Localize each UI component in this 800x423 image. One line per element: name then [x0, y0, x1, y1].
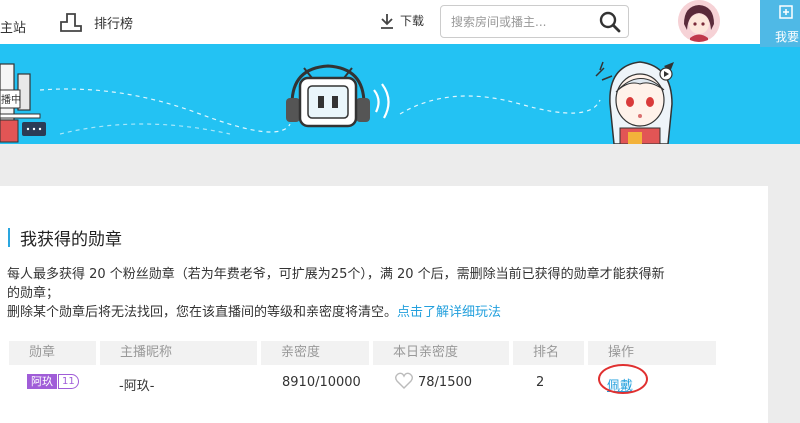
th-intimacy: 亲密度 [261, 341, 369, 365]
th-rank: 排名 [513, 341, 584, 365]
banner-sign-text: 播中 [1, 93, 21, 106]
nav-ranking[interactable]: 排行榜 [60, 12, 133, 32]
desc-line-3: 删除某个勋章后将无法找回，您在该直播间的等级和亲密度将清空。点击了解详细玩法 [7, 303, 727, 322]
section-title: 我获得的勋章 [20, 230, 122, 250]
want-button[interactable]: 我要 [760, 0, 800, 47]
th-streamer: 主播昵称 [100, 341, 257, 365]
th-action: 操作 [588, 341, 716, 365]
medal-name: 阿玖 [27, 374, 57, 389]
desc-line-3-text: 删除某个勋章后将无法找回，您在该直播间的等级和亲密度将清空。 [7, 305, 398, 320]
search-icon[interactable] [599, 11, 621, 33]
nav-main-site[interactable]: 主站 [0, 17, 26, 36]
intimacy-value: 8910/10000 [282, 375, 361, 390]
medal-panel: 我获得的勋章 每人最多获得 20 个粉丝勋章（若为年费老爷，可扩展为25个），满… [0, 186, 768, 423]
rank-value: 2 [536, 375, 545, 390]
want-icon [779, 5, 793, 19]
nav-download[interactable]: 下载 [380, 12, 424, 29]
medal-level: 11 [58, 374, 79, 389]
streamer-name: -阿玖- [119, 379, 155, 394]
ranking-icon [60, 13, 82, 32]
top-nav-bar: 主站 排行榜 下载 [0, 0, 800, 44]
header-banner: 播中 [0, 44, 760, 144]
table-row: 阿玖 11 -阿玖- 8910/10000 78/1500 2 佩戴 [0, 368, 760, 398]
banner-right-strip [760, 47, 800, 144]
download-icon [381, 13, 393, 29]
today-intimacy-value: 78/1500 [418, 375, 473, 390]
fan-medal-badge: 阿玖 11 [27, 374, 79, 389]
search-box [440, 5, 629, 38]
avatar-image [678, 0, 720, 42]
nav-ranking-label: 排行榜 [94, 16, 134, 32]
table-header: 勋章 主播昵称 亲密度 本日亲密度 排名 操作 [9, 341, 720, 365]
banner-illustration: 播中 [0, 61, 674, 144]
section-description: 每人最多获得 20 个粉丝勋章（若为年费老爷，可扩展为25个），满 20 个后，… [7, 265, 727, 322]
heart-icon [395, 372, 413, 389]
want-button-label: 我要 [775, 30, 800, 44]
wear-medal-button[interactable]: 佩戴 [607, 375, 633, 394]
user-avatar[interactable] [678, 0, 720, 42]
learn-more-link[interactable]: 点击了解详细玩法 [397, 305, 501, 320]
desc-line-2: 的勋章； [7, 286, 60, 301]
desc-line-1: 每人最多获得 20 个粉丝勋章（若为年费老爷，可扩展为25个），满 20 个后，… [7, 267, 665, 282]
title-accent-bar [8, 228, 10, 247]
search-input[interactable] [441, 6, 591, 37]
th-medal: 勋章 [9, 341, 96, 365]
th-today-intimacy: 本日亲密度 [373, 341, 509, 365]
nav-download-label: 下载 [400, 14, 425, 28]
